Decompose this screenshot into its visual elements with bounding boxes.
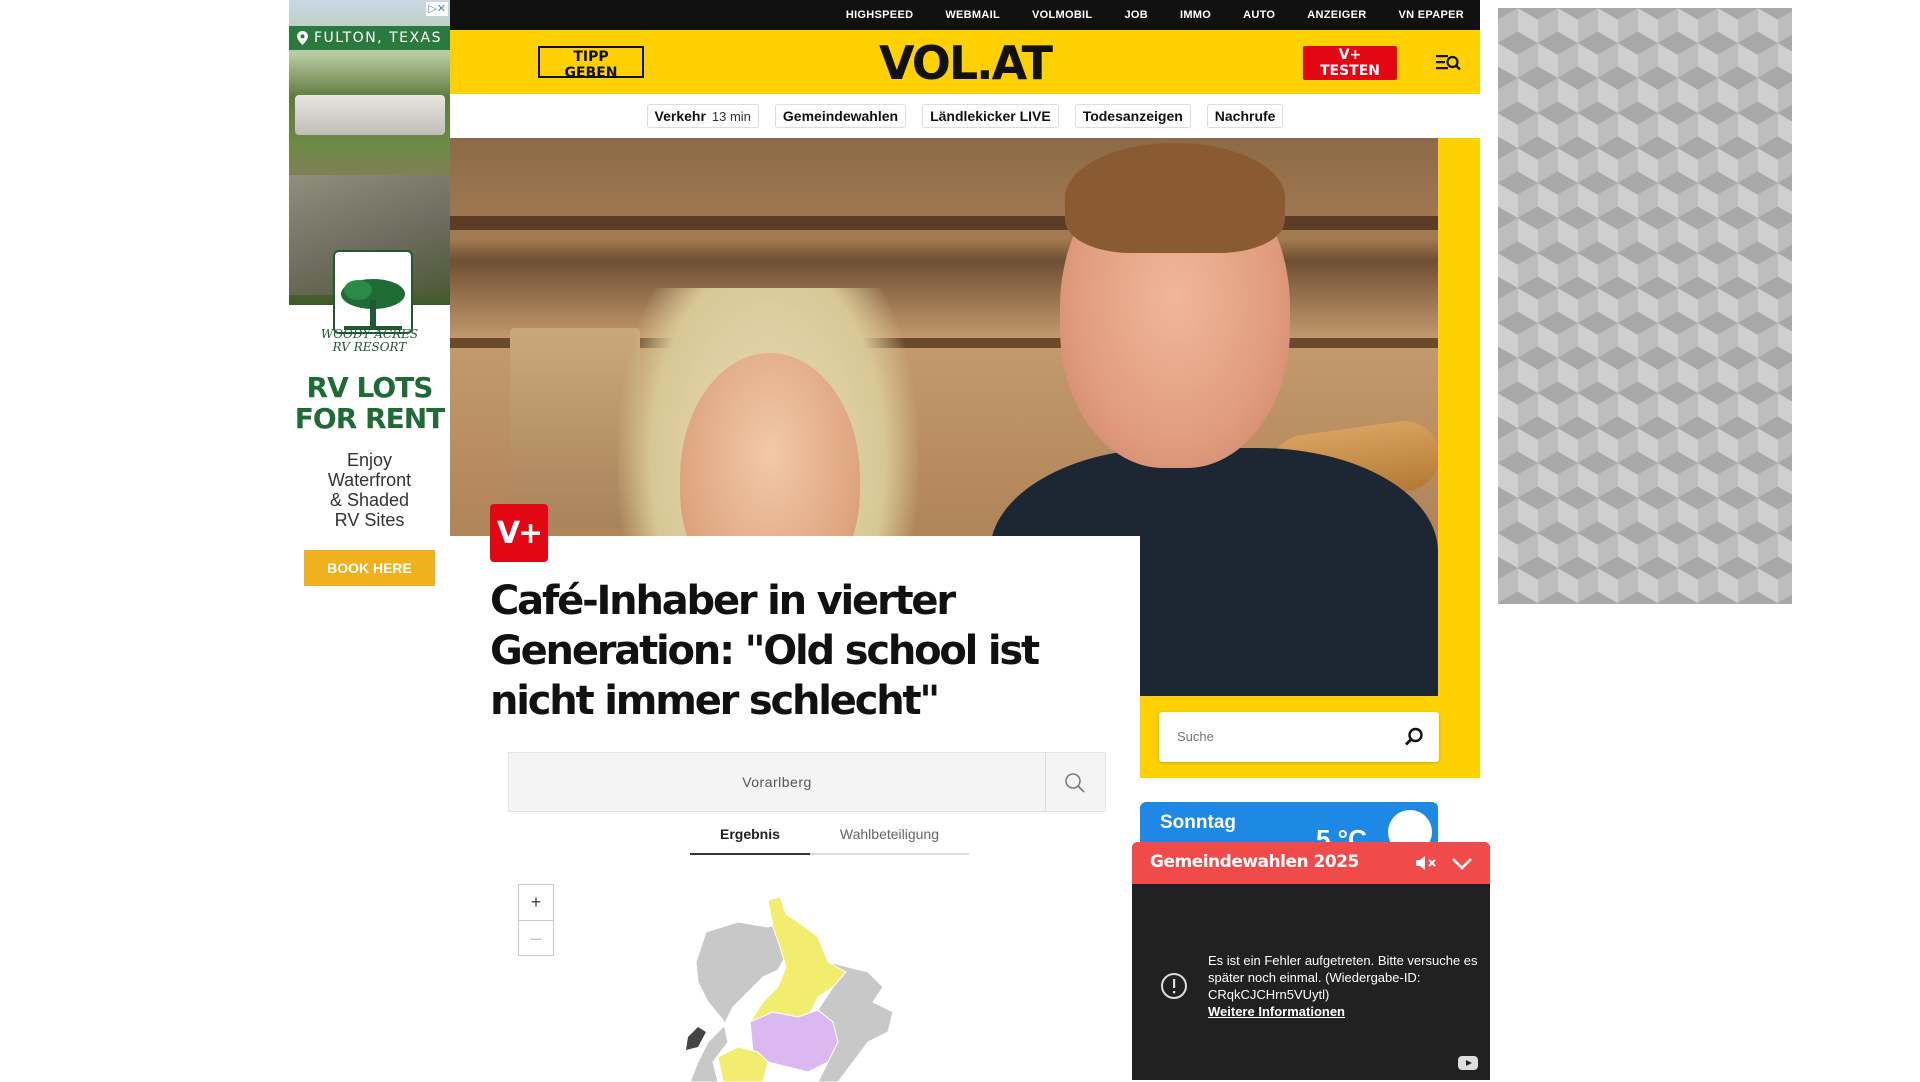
- election-widget: Vorarlberg Ergebnis Wahlbeteiligung + –: [508, 752, 1106, 1082]
- ad-location-text: FULTON, TEXAS: [313, 30, 443, 46]
- traffic-time: 13 min: [711, 109, 751, 124]
- weather-day: Sonntag: [1160, 812, 1236, 833]
- sub-navigation: Verkehr 13 min Gemeindewahlen Ländlekick…: [450, 94, 1480, 138]
- ad-headline-line2: FOR RENT: [294, 402, 445, 435]
- zoom-in-button[interactable]: +: [519, 885, 553, 920]
- ad-body-line: RV Sites: [334, 510, 405, 530]
- region-search-box[interactable]: Vorarlberg: [508, 752, 1106, 812]
- weather-widget[interactable]: Sonntag 5 °C: [1140, 802, 1438, 842]
- region-value[interactable]: Vorarlberg: [509, 753, 1045, 811]
- cloud-icon: [1388, 810, 1432, 842]
- ad-body-line: Enjoy: [346, 450, 393, 470]
- chevron-down-icon[interactable]: [1450, 853, 1474, 873]
- ad-headline: RV LOTS FOR RENT: [289, 372, 450, 434]
- video-player-popup[interactable]: Gemeindewahlen 2025 Es ist ein Fehler au…: [1132, 842, 1490, 1080]
- subnav-laendlekicker-live[interactable]: Ländlekicker LIVE: [922, 104, 1059, 128]
- topbar-link-immo[interactable]: IMMO: [1180, 9, 1211, 21]
- youtube-icon[interactable]: [1458, 1056, 1478, 1070]
- ad-body-text: Enjoy Waterfront & Shaded RV Sites: [289, 450, 450, 530]
- election-tabs: Ergebnis Wahlbeteiligung: [690, 818, 970, 855]
- topbar-link-vn-epaper[interactable]: VN EPAPER: [1399, 9, 1464, 21]
- topbar-link-highspeed[interactable]: HIGHSPEED: [846, 9, 914, 21]
- subnav-gemeindewahlen[interactable]: Gemeindewahlen: [774, 104, 907, 128]
- search-divider: [1045, 753, 1046, 811]
- topbar-link-auto[interactable]: AUTO: [1243, 9, 1275, 21]
- video-error-text: Es ist ein Fehler aufgetreten. Bitte ver…: [1208, 953, 1478, 1002]
- sidebar-yellow-strip: [1438, 138, 1480, 778]
- tree-icon: [341, 279, 405, 330]
- topbar-link-volmobil[interactable]: VOLMOBIL: [1032, 9, 1092, 21]
- adchoices-icon[interactable]: ▷✕: [426, 2, 448, 16]
- article-headline[interactable]: Café-Inhaber in vierter Generation: "Old…: [490, 576, 1130, 726]
- ad-location-banner: FULTON, TEXAS: [289, 26, 450, 50]
- sidebar-search-input[interactable]: [1175, 728, 1379, 745]
- article-card: V+ Café-Inhaber in vierter Generation: "…: [450, 504, 1140, 1082]
- ad-body-line: Waterfront: [327, 470, 412, 490]
- video-popup-title: Gemeindewahlen 2025: [1150, 852, 1359, 872]
- site-header: TIPP GEBEN VOL.AT V+ TESTEN: [450, 30, 1480, 94]
- error-circle-icon: [1161, 973, 1187, 999]
- subnav-traffic[interactable]: Verkehr 13 min: [646, 104, 759, 128]
- topbar-link-job[interactable]: JOB: [1124, 9, 1148, 21]
- ad-body-line: & Shaded: [329, 490, 410, 510]
- left-advertisement[interactable]: ▷✕ FULTON, TEXAS WOODY ACRES RV RESORT R…: [289, 0, 450, 596]
- menu-search-icon[interactable]: [1434, 49, 1462, 75]
- location-pin-icon: [296, 31, 308, 45]
- mute-icon[interactable]: [1414, 853, 1438, 873]
- ad-headline-line1: RV LOTS: [306, 371, 434, 404]
- hero-man-hair: [1065, 143, 1285, 253]
- hero-shelf: [450, 216, 1438, 230]
- election-map[interactable]: [668, 892, 928, 1082]
- sidebar-search[interactable]: [1159, 712, 1439, 762]
- search-icon[interactable]: [1063, 771, 1087, 795]
- search-icon[interactable]: [1403, 726, 1425, 748]
- vplus-testen-button[interactable]: V+ TESTEN: [1303, 46, 1397, 80]
- zoom-out-button[interactable]: –: [519, 920, 553, 955]
- book-here-button[interactable]: BOOK HERE: [304, 550, 435, 586]
- tab-wahlbeteiligung[interactable]: Wahlbeteiligung: [809, 818, 970, 855]
- map-region-dark[interactable]: [686, 1027, 706, 1050]
- video-error-message: Es ist ein Fehler aufgetreten. Bitte ver…: [1208, 952, 1478, 1020]
- tipp-geben-button[interactable]: TIPP GEBEN: [538, 46, 644, 81]
- weather-temperature: 5 °C: [1316, 824, 1367, 842]
- topbar-link-webmail[interactable]: WEBMAIL: [945, 9, 1000, 21]
- traffic-label: Verkehr: [654, 108, 706, 124]
- ad-logo-line2: RV RESORT: [332, 340, 407, 354]
- vplus-badge: V+: [490, 504, 548, 562]
- right-advertisement[interactable]: [1498, 8, 1792, 604]
- ad-photo-rv: [295, 95, 445, 135]
- subnav-nachrufe[interactable]: Nachrufe: [1206, 104, 1284, 128]
- more-info-link[interactable]: Weitere Informationen: [1208, 1003, 1478, 1020]
- topbar-link-anzeiger[interactable]: ANZEIGER: [1307, 9, 1366, 21]
- video-popup-header: Gemeindewahlen 2025: [1132, 842, 1490, 884]
- subnav-todesanzeigen[interactable]: Todesanzeigen: [1074, 104, 1191, 128]
- map-zoom-control: + –: [518, 884, 554, 956]
- woody-acres-logo: [333, 250, 413, 334]
- tab-ergebnis[interactable]: Ergebnis: [690, 818, 810, 855]
- top-utility-bar: HIGHSPEED WEBMAIL VOLMOBIL JOB IMMO AUTO…: [450, 0, 1480, 30]
- ad-logo-name: WOODY ACRES RV RESORT: [289, 328, 450, 354]
